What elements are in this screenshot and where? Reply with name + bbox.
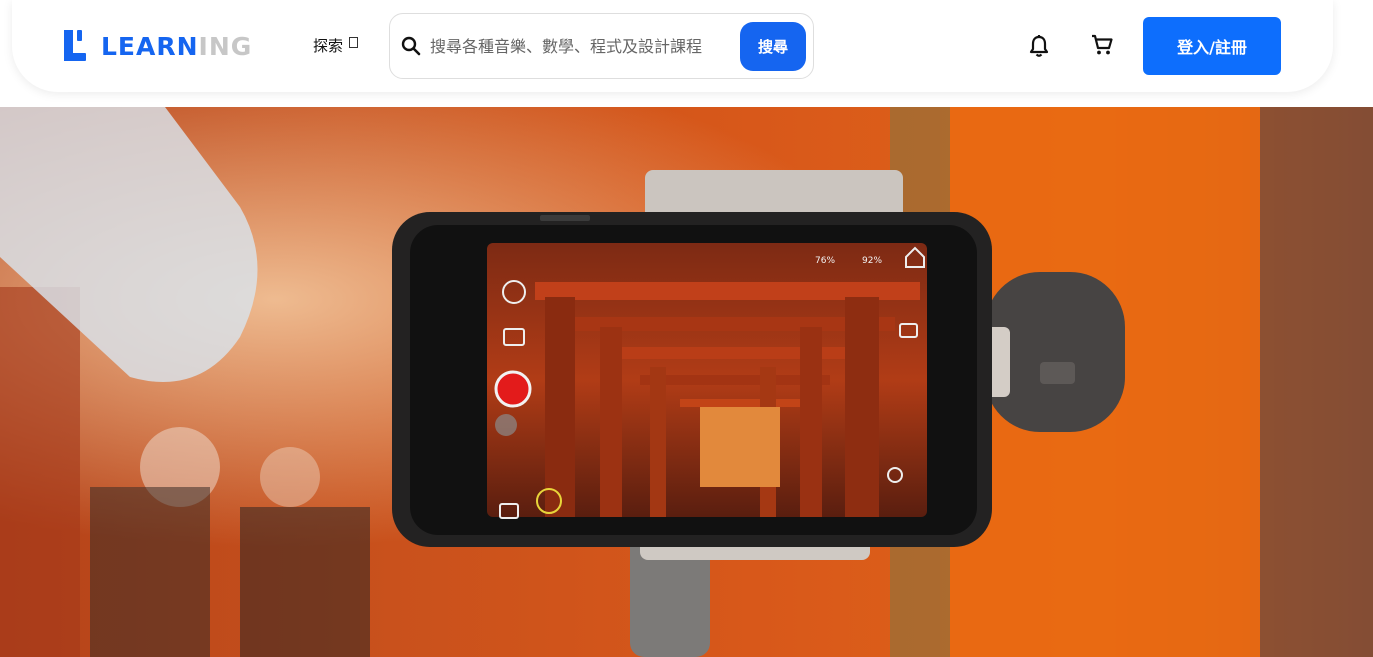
hero-banner: 76% 92% xyxy=(0,107,1373,657)
logo-text-primary: LEARN xyxy=(101,31,199,61)
explore-label: 探索 xyxy=(313,38,344,55)
login-register-button[interactable]: 登入/註冊 xyxy=(1143,17,1281,75)
search-input[interactable] xyxy=(430,33,720,59)
cart-icon[interactable] xyxy=(1090,33,1114,62)
logo-text: LEARNING xyxy=(101,32,252,61)
search-bar: 搜尋 xyxy=(389,13,814,79)
chevron-down-icon xyxy=(349,37,359,48)
phone-battery-left: 76% xyxy=(815,256,835,266)
logo-mark-icon xyxy=(64,29,90,63)
smartphone-on-gimbal-image: 76% 92% xyxy=(0,107,1373,657)
logo-text-secondary: ING xyxy=(198,31,253,61)
search-icon xyxy=(401,36,421,61)
search-button[interactable]: 搜尋 xyxy=(740,22,806,71)
bell-icon[interactable] xyxy=(1028,34,1050,63)
explore-menu[interactable]: 探索 xyxy=(313,35,359,56)
brand-logo[interactable]: LEARNING xyxy=(64,29,252,63)
phone-battery-right: 92% xyxy=(862,256,882,266)
site-header: LEARNING 探索 搜尋 登入/註冊 xyxy=(0,0,1373,107)
